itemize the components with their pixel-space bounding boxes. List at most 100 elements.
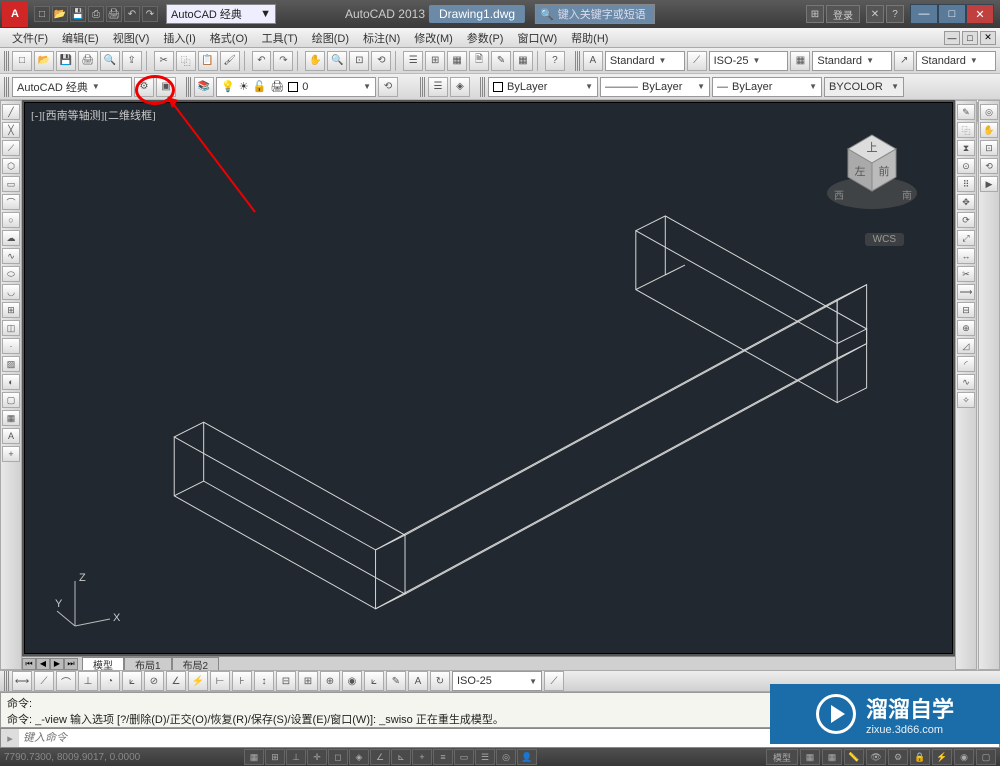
mleaderstyle-dropdown[interactable]: Standard▼ [916, 51, 996, 71]
tab-layout1[interactable]: 布局1 [124, 657, 172, 671]
table-button[interactable]: ▦ [2, 410, 20, 426]
mirror-button[interactable]: ⧗ [957, 140, 975, 156]
layer-iso-button[interactable]: ◈ [450, 77, 470, 97]
open-icon[interactable]: 📂 [52, 6, 68, 22]
dim-tedit-button[interactable]: A [408, 671, 428, 691]
move-button[interactable]: ✥ [957, 194, 975, 210]
minimize-button[interactable]: — [910, 4, 938, 24]
3dosnap-toggle[interactable]: ◈ [349, 749, 369, 765]
markup-button[interactable]: ✎ [491, 51, 511, 71]
menu-help[interactable]: 帮助(H) [565, 28, 614, 48]
new-icon[interactable]: □ [34, 6, 50, 22]
insert-button[interactable]: ⊞ [2, 302, 20, 318]
snap-toggle[interactable]: ▦ [244, 749, 264, 765]
menu-window[interactable]: 窗口(W) [511, 28, 563, 48]
hatch-button[interactable]: ▨ [2, 356, 20, 372]
dim-baseline-button[interactable]: ⊢ [210, 671, 230, 691]
undo-icon[interactable]: ↶ [124, 6, 140, 22]
saveas-icon[interactable]: ⎙ [88, 6, 104, 22]
dim-space-button[interactable]: ↕ [254, 671, 274, 691]
menu-view[interactable]: 视图(V) [107, 28, 156, 48]
menu-file[interactable]: 文件(F) [6, 28, 54, 48]
dim-continue-button[interactable]: ⊦ [232, 671, 252, 691]
app-logo[interactable]: A [2, 1, 28, 27]
centermark-button[interactable]: ⊕ [320, 671, 340, 691]
quickcalc-button[interactable]: ▦ [513, 51, 533, 71]
publish-button[interactable]: ⇪ [122, 51, 142, 71]
layer-dropdown[interactable]: 💡☀🔓🖨 0▼ [216, 77, 376, 97]
dim-aligned-button[interactable]: ⟋ [34, 671, 54, 691]
tolerance-button[interactable]: ⊞ [298, 671, 318, 691]
hardware-accel[interactable]: ⚡ [932, 749, 952, 765]
workspace-dropdown2[interactable]: AutoCAD 经典▼ [12, 77, 132, 97]
point-button[interactable]: · [2, 338, 20, 354]
tab-prev-button[interactable]: ◀ [36, 658, 50, 670]
region-button[interactable]: ▢ [2, 392, 20, 408]
help-icon[interactable]: ? [886, 5, 904, 23]
steering-wheel-button[interactable]: ◎ [980, 104, 998, 120]
dimstyle-dropdown[interactable]: ISO-25▼ [709, 51, 789, 71]
plotstyle-dropdown[interactable]: BYCOLOR▼ [824, 77, 904, 97]
ellipse-button[interactable]: ⬭ [2, 266, 20, 282]
chamfer-button[interactable]: ◿ [957, 338, 975, 354]
am-toggle[interactable]: 👤 [517, 749, 537, 765]
tab-next-button[interactable]: ▶ [50, 658, 64, 670]
annotation-visibility[interactable]: 👁 [866, 749, 886, 765]
textstyle-icon[interactable]: A [583, 51, 603, 71]
isolate-objects[interactable]: ◉ [954, 749, 974, 765]
save-button[interactable]: 💾 [56, 51, 76, 71]
dim-style-dropdown[interactable]: ISO-25▼ [452, 671, 542, 691]
dim-quick-button[interactable]: ⚡ [188, 671, 208, 691]
zoom-button[interactable]: 🔍 [327, 51, 347, 71]
circle-button[interactable]: ○ [2, 212, 20, 228]
osnap-toggle[interactable]: ◻ [328, 749, 348, 765]
open-button[interactable]: 📂 [34, 51, 54, 71]
menu-edit[interactable]: 编辑(E) [56, 28, 105, 48]
close-button[interactable]: ✕ [966, 4, 994, 24]
otrack-toggle[interactable]: ∠ [370, 749, 390, 765]
annotation-scale[interactable]: 📏 [844, 749, 864, 765]
copy-button[interactable]: ⿻ [176, 51, 196, 71]
rotate-button[interactable]: ⟳ [957, 212, 975, 228]
erase-button[interactable]: ✎ [957, 104, 975, 120]
workspace-dropdown[interactable]: AutoCAD 经典 ▼ [166, 4, 276, 24]
dim-jogged-button[interactable]: ⟀ [122, 671, 142, 691]
menu-insert[interactable]: 插入(I) [157, 28, 201, 48]
mtext-button[interactable]: A [2, 428, 20, 444]
polar-toggle[interactable]: ✛ [307, 749, 327, 765]
dyn-toggle[interactable]: + [412, 749, 432, 765]
menu-tools[interactable]: 工具(T) [256, 28, 304, 48]
explode-button[interactable]: ✧ [957, 392, 975, 408]
autodesk-icon[interactable]: ⊞ [806, 5, 824, 23]
login-button[interactable]: 登录 [826, 5, 860, 23]
zoom-prev-button[interactable]: ⟲ [371, 51, 391, 71]
designcenter-button[interactable]: ⊞ [425, 51, 445, 71]
textstyle-dropdown[interactable]: Standard▼ [605, 51, 685, 71]
dim-diameter-button[interactable]: ⊘ [144, 671, 164, 691]
doc-close-button[interactable]: ✕ [980, 31, 996, 45]
grid-toggle[interactable]: ⊞ [265, 749, 285, 765]
block-button[interactable]: ◫ [2, 320, 20, 336]
preview-button[interactable]: 🔍 [100, 51, 120, 71]
addselected-button[interactable]: + [2, 446, 20, 462]
color-dropdown[interactable]: ByLayer▼ [488, 77, 598, 97]
sc-toggle[interactable]: ◎ [496, 749, 516, 765]
menu-parameter[interactable]: 参数(P) [461, 28, 510, 48]
layer-manager-button[interactable]: 📚 [194, 77, 214, 97]
tab-first-button[interactable]: ⏮ [22, 658, 36, 670]
line-button[interactable]: ╱ [2, 104, 20, 120]
menu-modify[interactable]: 修改(M) [408, 28, 459, 48]
gradient-button[interactable]: ◐ [2, 374, 20, 390]
dim-style-button[interactable]: ⟋ [544, 671, 564, 691]
trim-button[interactable]: ✂ [957, 266, 975, 282]
dim-inspect-button[interactable]: ◉ [342, 671, 362, 691]
showmotion-button[interactable]: ▶ [980, 176, 998, 192]
dim-ordinate-button[interactable]: ⊥ [78, 671, 98, 691]
pline-button[interactable]: ⟋ [2, 140, 20, 156]
tab-last-button[interactable]: ⏭ [64, 658, 78, 670]
exchange-icon[interactable]: ✕ [866, 5, 884, 23]
pan2-button[interactable]: ✋ [980, 122, 998, 138]
fillet-button[interactable]: ◜ [957, 356, 975, 372]
matchprop-button[interactable]: 🖌 [220, 51, 240, 71]
plot-icon[interactable]: 🖨 [106, 6, 122, 22]
